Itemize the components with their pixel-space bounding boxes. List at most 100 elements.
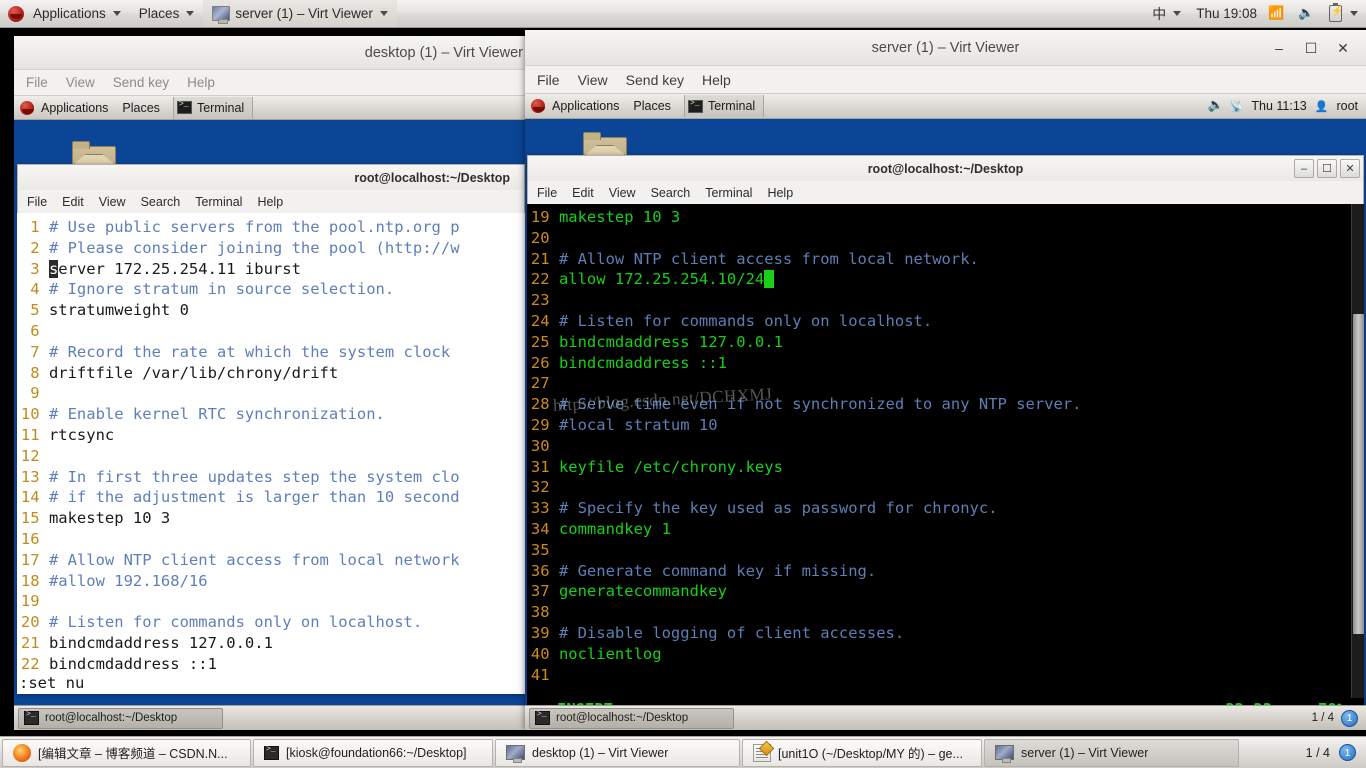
- vim-line: 15 makestep 10 3: [20, 509, 171, 528]
- wifi-icon[interactable]: [1268, 5, 1288, 23]
- desktop-window-titlebar[interactable]: desktop (1) – Virt Viewer: [14, 36, 533, 70]
- vim-line: 6: [20, 321, 40, 340]
- vim-line: 38: [530, 603, 550, 622]
- user-icon: 👤: [1314, 100, 1329, 113]
- vim-line: 32: [530, 478, 550, 497]
- monitor-icon: [212, 6, 231, 24]
- host-taskbar-button[interactable]: server (1) – Virt Viewer: [984, 738, 1239, 767]
- guest-places-menu[interactable]: Places: [626, 94, 678, 118]
- chevron-down-icon[interactable]: [1350, 11, 1358, 16]
- terminal-menu-help[interactable]: Help: [257, 195, 283, 209]
- vim-line: 20: [530, 228, 550, 247]
- host-top-panel: Applications Places server (1) – Virt Vi…: [0, 0, 1366, 28]
- minimize-button[interactable]: –: [1270, 40, 1288, 56]
- input-method-indicator[interactable]: 中: [1143, 0, 1190, 27]
- menu-help[interactable]: Help: [187, 75, 215, 90]
- host-taskbar-button[interactable]: [编辑文章 – 博客频道 – CSDN.N...: [2, 738, 251, 767]
- terminal-screen-right[interactable]: 19 makestep 10 3 20 21 # Allow NTP client…: [527, 204, 1364, 720]
- terminal-menu-file[interactable]: File: [27, 195, 47, 209]
- terminal-menu-edit[interactable]: Edit: [572, 186, 594, 200]
- host-applications-menu[interactable]: Applications: [24, 0, 130, 27]
- menu-send-key[interactable]: Send key: [626, 72, 684, 88]
- guest-task-terminal[interactable]: Terminal: [683, 95, 765, 117]
- vim-line: 40 noclientlog: [530, 644, 662, 663]
- vim-line: 37 generatecommandkey: [530, 582, 727, 601]
- battery-charging-icon[interactable]: [1329, 3, 1343, 22]
- host-workspace-badge[interactable]: 1: [1339, 744, 1356, 761]
- terminal-window-controls[interactable]: – ☐ ✕: [1294, 159, 1360, 178]
- guest-taskbar-task[interactable]: root@localhost:~/Desktop: [18, 707, 223, 729]
- terminal-menu-help[interactable]: Help: [767, 186, 793, 200]
- vim-status-left: :set nu: [17, 672, 525, 694]
- host-active-window-menu[interactable]: server (1) – Virt Viewer: [203, 0, 397, 27]
- vim-line: 26 bindcmdaddress ::1: [530, 353, 727, 372]
- guest-user-label[interactable]: root: [1336, 99, 1358, 113]
- vim-buffer-right[interactable]: 19 makestep 10 3 20 21 # Allow NTP client…: [527, 207, 1364, 685]
- vim-line: 5 stratumweight 0: [20, 301, 189, 320]
- terminal-menu-file[interactable]: File: [537, 186, 557, 200]
- server-terminal-window[interactable]: root@localhost:~/Desktop – ☐ ✕ File Edit…: [527, 155, 1364, 720]
- guest-applications-menu[interactable]: Applications: [545, 94, 626, 118]
- vim-line: 17 # Allow NTP client access from local …: [20, 550, 460, 569]
- desktop-terminal-window[interactable]: root@localhost:~/Desktop File Edit View …: [17, 164, 525, 694]
- guest-places-menu[interactable]: Places: [115, 96, 167, 119]
- vim-line: 24 # Listen for commands only on localho…: [530, 311, 933, 330]
- vim-buffer-left[interactable]: 1 # Use public servers from the pool.ntp…: [17, 217, 525, 694]
- monitor-icon: [506, 745, 525, 763]
- gedit-icon: [753, 743, 771, 762]
- guest-clock[interactable]: Thu 11:13: [1251, 99, 1306, 113]
- redhat-logo-icon: [8, 5, 24, 22]
- guest-task-terminal[interactable]: Terminal: [172, 96, 254, 119]
- terminal-screen-left[interactable]: 1 # Use public servers from the pool.ntp…: [17, 213, 525, 694]
- minimize-button[interactable]: –: [1294, 159, 1314, 178]
- menu-view[interactable]: View: [578, 72, 608, 88]
- close-button[interactable]: ✕: [1334, 40, 1352, 57]
- guest-applications-menu[interactable]: Applications: [34, 96, 115, 119]
- guest-taskbar-task[interactable]: root@localhost:~/Desktop: [529, 707, 734, 729]
- redhat-logo-icon: [20, 100, 34, 115]
- host-taskbar-button[interactable]: desktop (1) – Virt Viewer: [495, 738, 740, 767]
- vim-line: 31 keyfile /etc/chrony.keys: [530, 457, 783, 476]
- terminal-scrollbar[interactable]: [1351, 204, 1364, 720]
- close-button[interactable]: ✕: [1340, 159, 1360, 178]
- terminal-menu-terminal[interactable]: Terminal: [195, 195, 242, 209]
- host-clock[interactable]: Thu 19:08: [1190, 6, 1263, 21]
- terminal-icon: [535, 710, 550, 725]
- vim-line: 29 #local stratum 10: [530, 415, 718, 434]
- speaker-icon[interactable]: [1208, 97, 1222, 115]
- menu-file[interactable]: File: [537, 72, 560, 88]
- terminal-menu-search[interactable]: Search: [651, 186, 691, 200]
- maximize-button[interactable]: ☐: [1317, 159, 1337, 178]
- redhat-logo-icon: [531, 99, 545, 113]
- menu-help[interactable]: Help: [702, 72, 731, 88]
- maximize-button[interactable]: ☐: [1302, 40, 1320, 57]
- vim-status-command: :set nu: [19, 673, 85, 692]
- terminal-titlebar[interactable]: root@localhost:~/Desktop – ☐ ✕: [527, 155, 1364, 181]
- menu-file[interactable]: File: [26, 75, 48, 90]
- vim-line: 25 bindcmdaddress 127.0.0.1: [530, 332, 783, 351]
- vim-line: 11 rtcsync: [20, 425, 115, 444]
- menu-send-key[interactable]: Send key: [113, 75, 169, 90]
- server-window-title: server (1) – Virt Viewer: [871, 40, 1020, 56]
- terminal-menu-search[interactable]: Search: [141, 195, 181, 209]
- virt-viewer-window-desktop[interactable]: desktop (1) – Virt Viewer File View Send…: [14, 36, 533, 730]
- vim-line: 13 # In first three updates step the sys…: [20, 467, 460, 486]
- terminal-menu-terminal[interactable]: Terminal: [705, 186, 752, 200]
- desktop-guest-taskbar: root@localhost:~/Desktop: [14, 705, 533, 730]
- guest-workspace-badge[interactable]: 1: [1341, 709, 1358, 727]
- menu-view[interactable]: View: [66, 75, 95, 90]
- vim-line: 19: [20, 592, 40, 611]
- vim-line: 14 # if the adjustment is larger than 10…: [20, 488, 460, 507]
- host-taskbar-button-label: [编辑文章 – 博客频道 – CSDN.N...: [38, 747, 228, 761]
- host-places-menu[interactable]: Places: [130, 0, 204, 27]
- network-icon[interactable]: 📡: [1230, 100, 1244, 113]
- virt-viewer-window-server[interactable]: server (1) – Virt Viewer – ☐ ✕ File View…: [525, 30, 1366, 730]
- terminal-menu-view[interactable]: View: [609, 186, 636, 200]
- speaker-muted-icon[interactable]: [1298, 5, 1318, 23]
- host-taskbar-button[interactable]: [unit1O (~/Desktop/MY 的) – ge...: [742, 738, 982, 767]
- terminal-menu-view[interactable]: View: [99, 195, 126, 209]
- server-window-titlebar[interactable]: server (1) – Virt Viewer – ☐ ✕: [525, 30, 1366, 66]
- host-taskbar-button[interactable]: [kiosk@foundation66:~/Desktop]: [253, 738, 493, 767]
- terminal-menu-edit[interactable]: Edit: [62, 195, 84, 209]
- terminal-titlebar[interactable]: root@localhost:~/Desktop: [17, 164, 525, 190]
